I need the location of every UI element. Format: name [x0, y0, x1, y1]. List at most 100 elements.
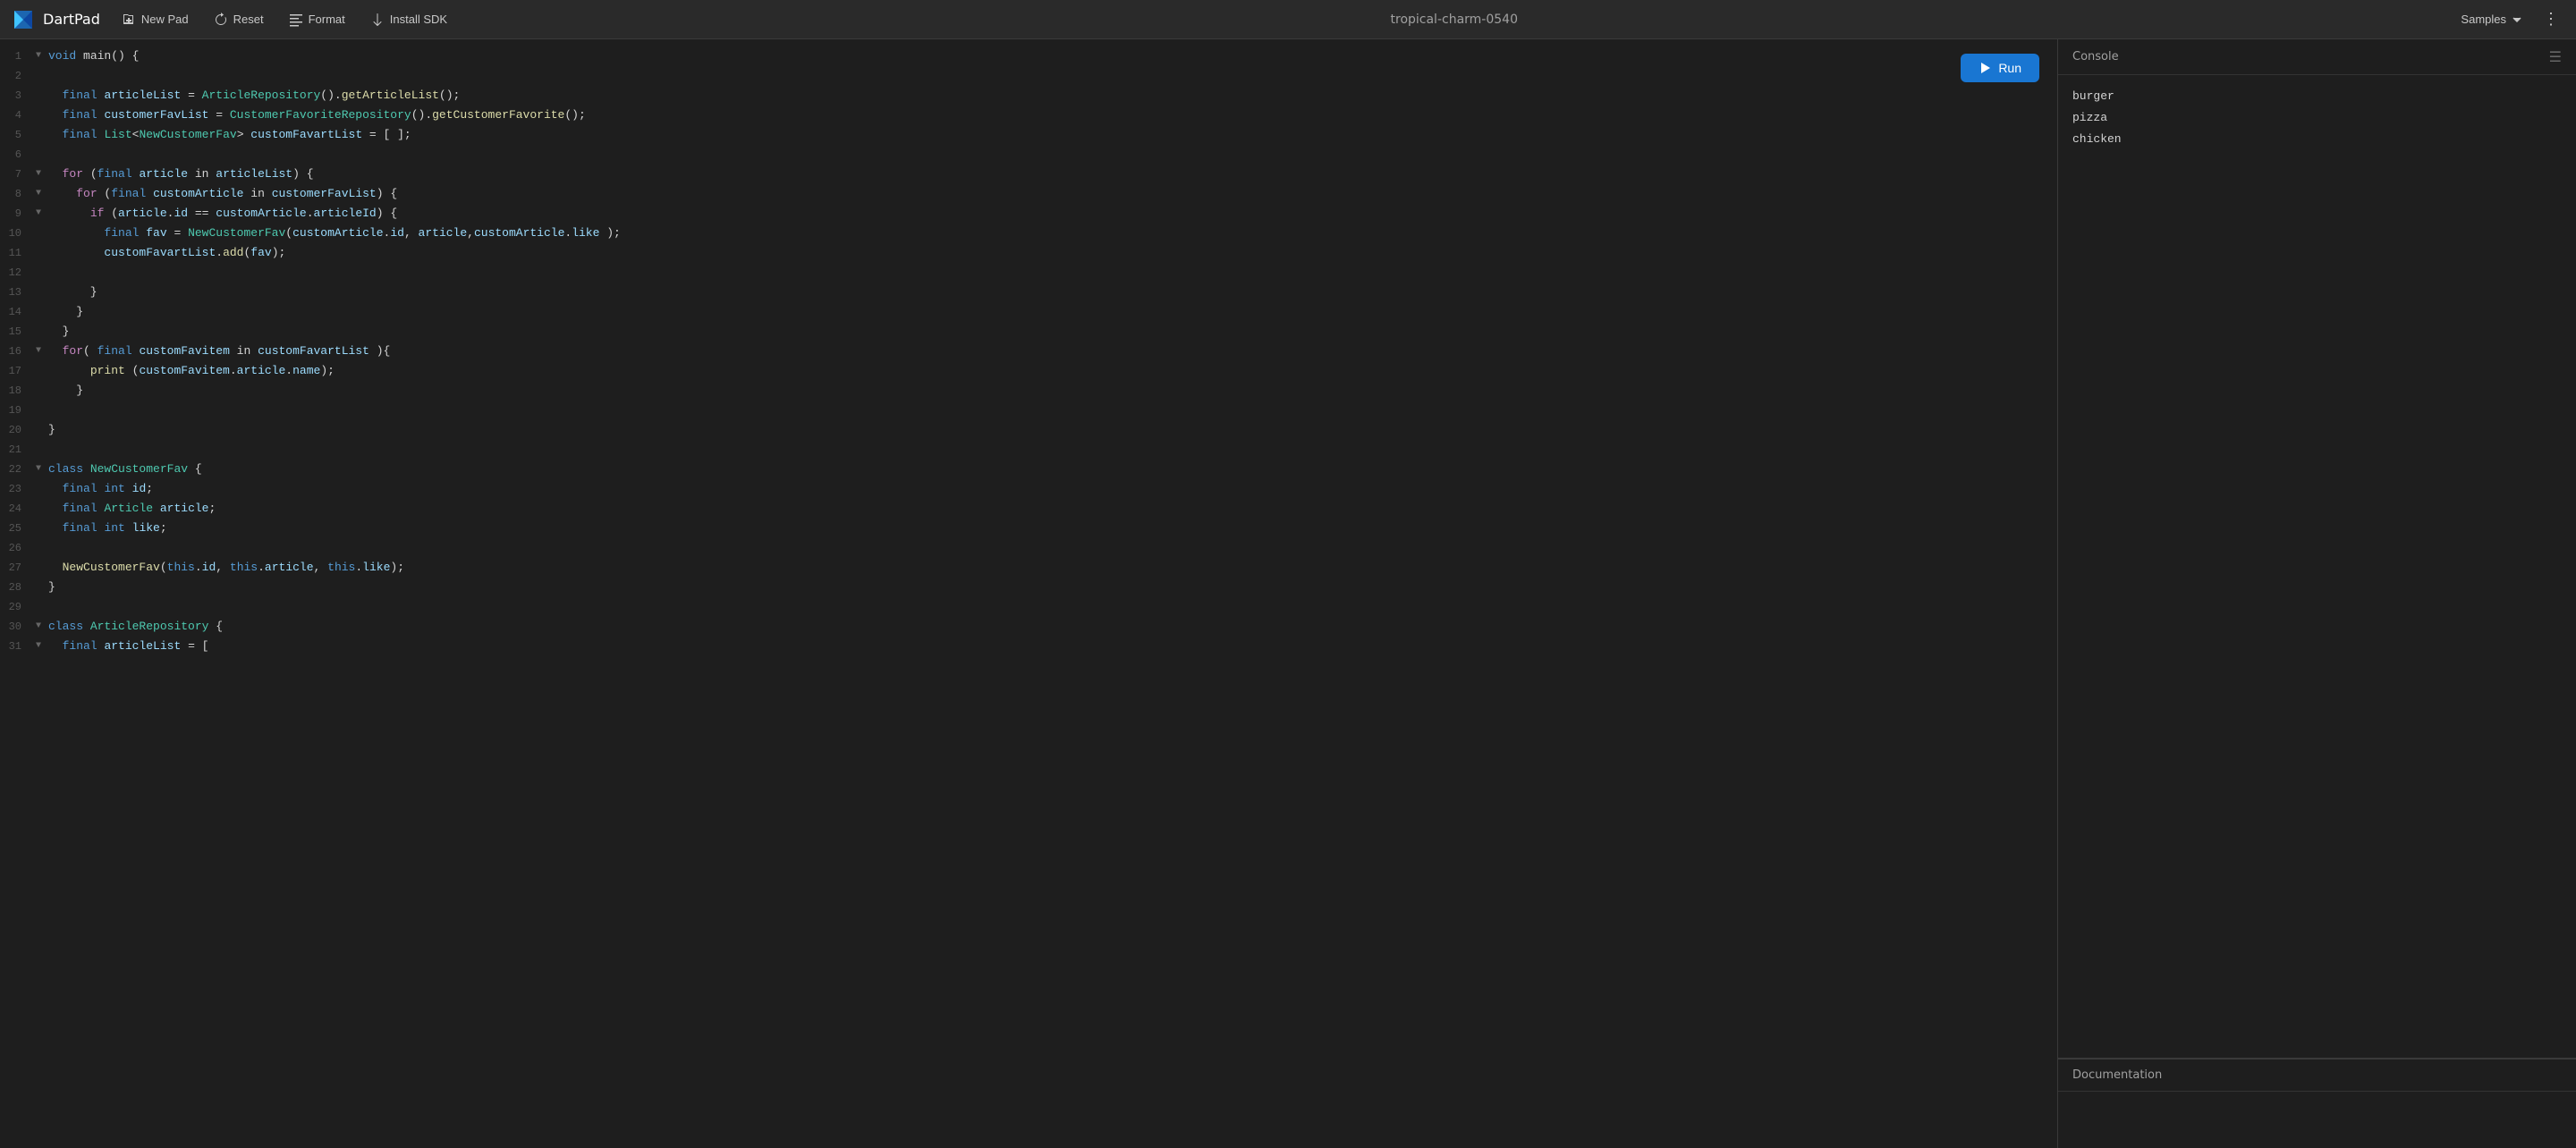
- table-row: 19: [0, 401, 2057, 420]
- console-line: chicken: [2072, 129, 2562, 150]
- line-number: 6: [0, 145, 36, 165]
- logo: DartPad: [11, 7, 100, 32]
- console-output: burgerpizzachicken: [2058, 75, 2576, 1058]
- line-number: 13: [0, 283, 36, 302]
- line-number: 2: [0, 66, 36, 86]
- console-header: Console ☰: [2058, 39, 2576, 75]
- line-number: 22: [0, 460, 36, 479]
- console-panel: Console ☰ burgerpizzachicken: [2058, 39, 2576, 1059]
- code-editor[interactable]: 1▼void main() {2 3 final articleList = A…: [0, 39, 2057, 1148]
- play-icon: [1979, 62, 1991, 74]
- line-number: 19: [0, 401, 36, 420]
- table-row: 10 final fav = NewCustomerFav(customArti…: [0, 224, 2057, 243]
- code-line-content: if (article.id == customArticle.articleI…: [48, 204, 397, 224]
- code-line-content: [48, 401, 55, 420]
- code-line-content: }: [48, 578, 55, 597]
- header-center: tropical-charm-0540: [462, 13, 2446, 27]
- table-row: 14 }: [0, 302, 2057, 322]
- code-line-content: }: [48, 420, 55, 440]
- fold-indicator: ▼: [36, 204, 48, 224]
- new-pad-button[interactable]: New Pad: [111, 7, 199, 32]
- line-number: 30: [0, 617, 36, 637]
- table-row: 7▼ for (final article in articleList) {: [0, 165, 2057, 184]
- line-number: 15: [0, 322, 36, 342]
- table-row: 16▼ for( final customFavitem in customFa…: [0, 342, 2057, 361]
- console-title: Console: [2072, 50, 2119, 63]
- code-line-content: final Article article;: [48, 499, 216, 519]
- header-right: Samples ⋮: [2450, 5, 2565, 34]
- line-number: 8: [0, 184, 36, 204]
- code-line-content: NewCustomerFav(this.id, this.article, th…: [48, 558, 404, 578]
- code-line-content: final fav = NewCustomerFav(customArticle…: [48, 224, 621, 243]
- logo-text: DartPad: [43, 11, 100, 28]
- pad-title: tropical-charm-0540: [1391, 13, 1518, 27]
- fold-indicator: ▼: [36, 342, 48, 361]
- table-row: 12: [0, 263, 2057, 283]
- table-row: 1▼void main() {: [0, 46, 2057, 66]
- table-row: 29: [0, 597, 2057, 617]
- table-row: 25 final int like;: [0, 519, 2057, 538]
- run-button[interactable]: Run: [1961, 54, 2039, 82]
- line-number: 14: [0, 302, 36, 322]
- code-line-content: [48, 538, 55, 558]
- console-menu-icon[interactable]: ☰: [2549, 48, 2562, 65]
- code-line-content: [48, 145, 55, 165]
- line-number: 23: [0, 479, 36, 499]
- code-line-content: }: [48, 381, 83, 401]
- table-row: 13 }: [0, 283, 2057, 302]
- line-number: 7: [0, 165, 36, 184]
- table-row: 23 final int id;: [0, 479, 2057, 499]
- right-panel: Console ☰ burgerpizzachicken Documentati…: [2057, 39, 2576, 1148]
- line-number: 9: [0, 204, 36, 224]
- table-row: 4 final customerFavList = CustomerFavori…: [0, 106, 2057, 125]
- code-line-content: final customerFavList = CustomerFavorite…: [48, 106, 586, 125]
- line-number: 5: [0, 125, 36, 145]
- table-row: 5 final List<NewCustomerFav> customFavar…: [0, 125, 2057, 145]
- line-number: 11: [0, 243, 36, 263]
- fold-indicator: ▼: [36, 460, 48, 479]
- more-menu-button[interactable]: ⋮: [2537, 5, 2565, 34]
- table-row: 15 }: [0, 322, 2057, 342]
- new-pad-icon: [122, 13, 136, 27]
- format-button[interactable]: Format: [278, 7, 356, 32]
- table-row: 26: [0, 538, 2057, 558]
- code-line-content: final articleList = ArticleRepository().…: [48, 86, 460, 106]
- line-number: 25: [0, 519, 36, 538]
- reset-icon: [214, 13, 228, 27]
- table-row: 31▼ final articleList = [: [0, 637, 2057, 656]
- fold-indicator: ▼: [36, 46, 48, 66]
- docs-header: Documentation: [2058, 1059, 2576, 1092]
- run-label: Run: [1998, 61, 2021, 75]
- line-number: 18: [0, 381, 36, 401]
- reset-button[interactable]: Reset: [203, 7, 275, 32]
- install-sdk-button[interactable]: Install SDK: [360, 7, 458, 32]
- dartpad-logo-icon: [11, 7, 36, 32]
- install-sdk-icon: [370, 13, 385, 27]
- docs-panel: Documentation: [2058, 1059, 2576, 1148]
- samples-button[interactable]: Samples: [2450, 7, 2533, 31]
- code-line-content: }: [48, 322, 69, 342]
- line-number: 21: [0, 440, 36, 460]
- line-number: 24: [0, 499, 36, 519]
- table-row: 9▼ if (article.id == customArticle.artic…: [0, 204, 2057, 224]
- line-number: 17: [0, 361, 36, 381]
- table-row: 3 final articleList = ArticleRepository(…: [0, 86, 2057, 106]
- line-number: 16: [0, 342, 36, 361]
- table-row: 21: [0, 440, 2057, 460]
- fold-indicator: ▼: [36, 637, 48, 656]
- line-number: 10: [0, 224, 36, 243]
- line-number: 20: [0, 420, 36, 440]
- line-number: 4: [0, 106, 36, 125]
- line-number: 28: [0, 578, 36, 597]
- code-line-content: final List<NewCustomerFav> customFavartL…: [48, 125, 411, 145]
- code-line-content: customFavartList.add(fav);: [48, 243, 285, 263]
- table-row: 6: [0, 145, 2057, 165]
- table-row: 24 final Article article;: [0, 499, 2057, 519]
- code-line-content: }: [48, 283, 97, 302]
- line-number: 27: [0, 558, 36, 578]
- table-row: 28 }: [0, 578, 2057, 597]
- table-row: 22▼class NewCustomerFav {: [0, 460, 2057, 479]
- line-number: 26: [0, 538, 36, 558]
- line-number: 3: [0, 86, 36, 106]
- code-line-content: [48, 66, 55, 86]
